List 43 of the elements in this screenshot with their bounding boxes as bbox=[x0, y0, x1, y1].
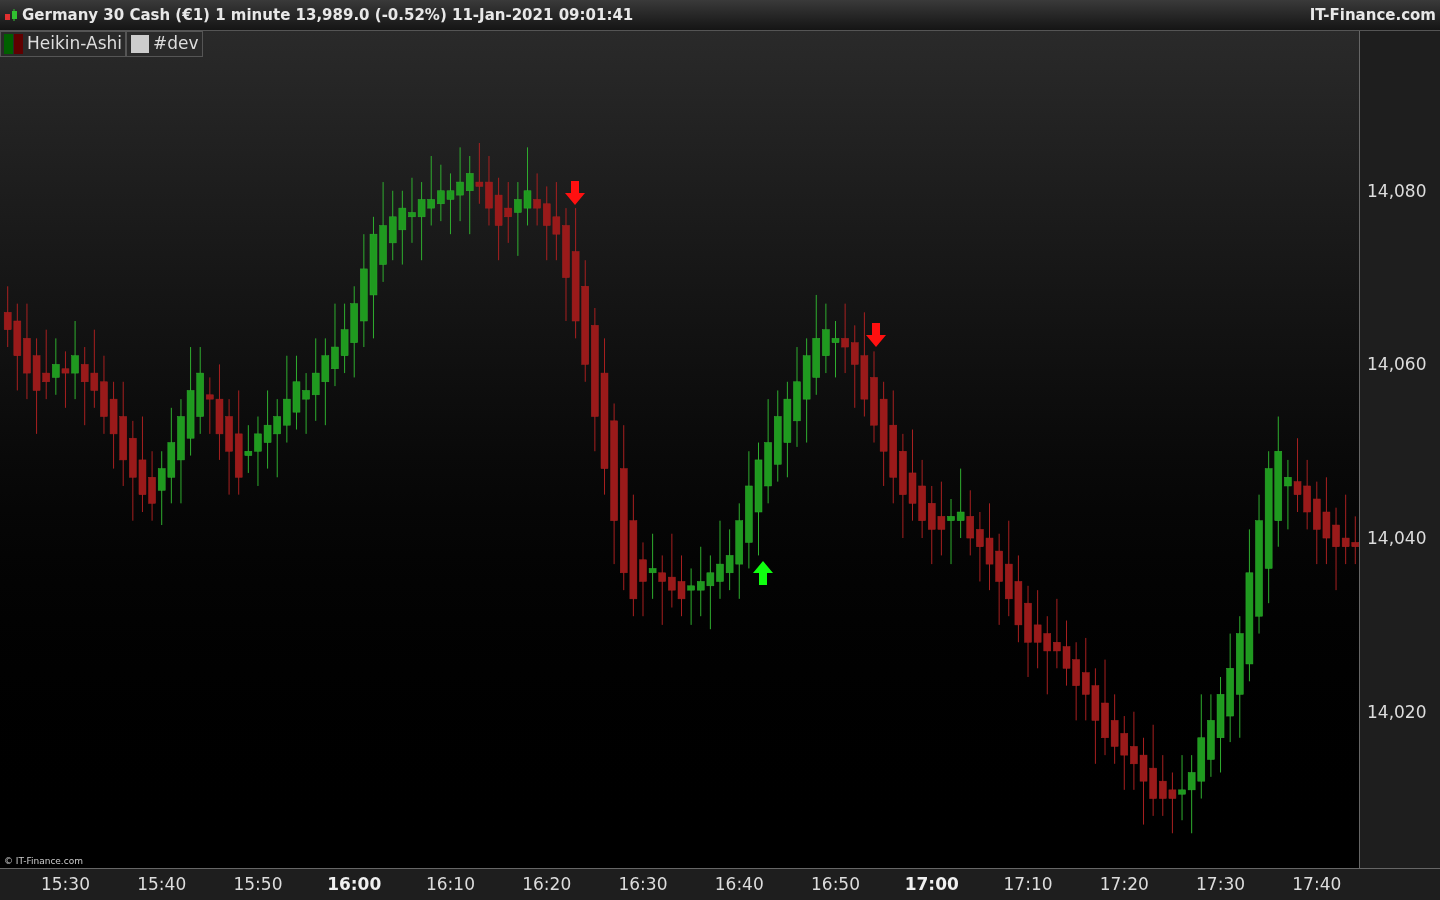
candle bbox=[1062, 620, 1071, 687]
brand-label: IT-Finance.com bbox=[1309, 4, 1436, 26]
down-arrow-icon bbox=[866, 323, 886, 347]
window-title: Germany 30 Cash (€1) 1 minute 13,989.0 (-0.52%) 11-Jan-2021 09:01:41 bbox=[22, 4, 634, 26]
candle bbox=[1341, 494, 1350, 565]
x-axis-label: 16:30 bbox=[617, 873, 669, 896]
x-axis-label: 17:10 bbox=[1002, 873, 1054, 896]
legend-item[interactable]: Heikin-Ashi bbox=[0, 31, 127, 57]
candle bbox=[61, 350, 70, 409]
candle bbox=[831, 320, 840, 378]
x-axis-label: 15:30 bbox=[39, 873, 91, 896]
down-arrow-icon bbox=[565, 181, 585, 205]
candle bbox=[3, 285, 12, 348]
up-arrow-icon bbox=[753, 561, 773, 585]
y-axis-label: 14,040 bbox=[1367, 527, 1427, 551]
candle bbox=[648, 533, 657, 600]
copyright-text: © IT-Finance.com bbox=[4, 854, 83, 868]
y-axis-label: 14,020 bbox=[1367, 700, 1427, 724]
x-axis-label: 17:20 bbox=[1098, 873, 1150, 896]
y-axis-label: 14,060 bbox=[1367, 353, 1427, 377]
candle bbox=[340, 303, 349, 374]
candles-icon bbox=[4, 8, 18, 22]
y-axis-label: 14,080 bbox=[1367, 179, 1427, 203]
candle bbox=[1351, 515, 1360, 565]
legend-item[interactable]: #dev bbox=[126, 31, 203, 57]
x-axis-label: 17:00 bbox=[903, 873, 960, 896]
swatch-icon bbox=[130, 34, 151, 54]
x-axis-label: 17:30 bbox=[1195, 873, 1247, 896]
x-axis-label: 15:50 bbox=[232, 873, 284, 896]
candle bbox=[446, 172, 455, 235]
x-axis-label: 16:00 bbox=[326, 873, 383, 896]
candle bbox=[475, 142, 484, 205]
candle bbox=[1110, 693, 1119, 765]
x-axis-label: 16:10 bbox=[424, 873, 476, 896]
x-axis-label: 15:40 bbox=[136, 873, 188, 896]
x-axis-label: 16:20 bbox=[521, 873, 573, 896]
x-axis-label: 16:50 bbox=[810, 873, 861, 896]
candle bbox=[677, 554, 686, 617]
x-axis-label: 17:40 bbox=[1291, 873, 1343, 896]
x-axis-label: 16:40 bbox=[713, 873, 765, 896]
candle bbox=[1168, 772, 1177, 834]
candle bbox=[956, 468, 965, 539]
candle-swatch-icon bbox=[4, 34, 24, 54]
